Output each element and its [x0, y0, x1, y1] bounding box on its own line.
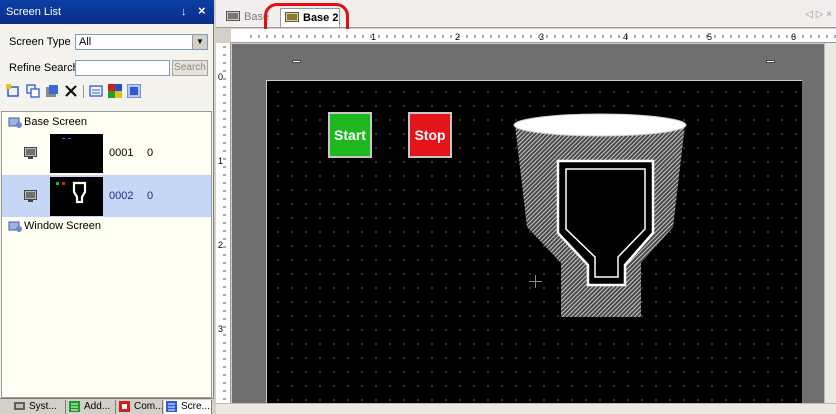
tab-label: Com... — [134, 401, 163, 412]
screen-number: 0001 — [109, 147, 134, 159]
screen-row-0002[interactable]: 0002 0 — [2, 175, 211, 217]
screen-type-value: All — [79, 36, 92, 48]
screen-tree[interactable]: Base Screen 0001 0 0002 0 Window Screen — [1, 111, 212, 398]
vertical-ruler: 0 1 2 3 — [216, 43, 231, 403]
ruler-label: 2 — [455, 32, 460, 42]
tab-label: Scre... — [181, 401, 210, 412]
screen-canvas[interactable]: Start Stop — [266, 80, 802, 410]
tab-common[interactable]: Com... — [117, 400, 163, 414]
search-button[interactable]: Search — [172, 60, 208, 76]
ruler-label: 3 — [539, 32, 544, 42]
screen-count: 0 — [147, 147, 154, 159]
resize-handle[interactable] — [292, 60, 301, 63]
address-icon — [69, 401, 80, 412]
new-screen-icon[interactable] — [6, 84, 20, 98]
screen-type-select[interactable]: All ▼ — [75, 34, 208, 50]
stop-button[interactable]: Stop — [408, 112, 452, 158]
layer-icon[interactable] — [127, 84, 141, 98]
tab-system[interactable]: Syst... — [12, 400, 66, 414]
close-icon[interactable]: × — [198, 3, 206, 18]
ruler-corner — [216, 29, 231, 43]
tab-navigation[interactable]: ◁ ▷ × — [805, 9, 832, 20]
ruler-label: 2 — [218, 240, 223, 250]
screen-icon — [24, 147, 37, 159]
panel-title: Screen List — [6, 6, 62, 18]
screen-type-label: Screen Type — [9, 36, 71, 48]
refine-search-input[interactable] — [75, 60, 170, 76]
start-button[interactable]: Start — [328, 112, 372, 158]
screen-list-icon — [166, 401, 177, 412]
refine-search-label: Refine Search — [9, 62, 79, 74]
screen-thumbnail — [50, 134, 103, 173]
ruler-label: 6 — [791, 32, 796, 42]
delete-icon[interactable] — [64, 84, 78, 98]
panel-title-bar: Screen List ↓ × — [0, 0, 214, 24]
ruler-label: 5 — [707, 32, 712, 42]
canvas-workspace[interactable]: Start Stop — [232, 44, 824, 410]
app-window: Screen List ↓ × Screen Type All ▼ Refine… — [0, 0, 836, 414]
tab-label: Add... — [84, 401, 111, 412]
screen-number: 0002 — [109, 190, 134, 202]
horizontal-ruler: 1 2 3 4 5 6 — [231, 29, 836, 43]
base-screen-group-icon — [8, 117, 22, 128]
screen-thumbnail — [50, 177, 103, 216]
common-icon — [119, 401, 130, 412]
window-screen-group-label[interactable]: Window Screen — [24, 220, 101, 232]
screen-row-0001[interactable]: 0001 0 — [2, 132, 211, 174]
ruler-label: 0 — [218, 72, 223, 82]
ruler-label: 3 — [218, 324, 223, 334]
base-screen-group-label[interactable]: Base Screen — [24, 116, 87, 128]
tab-screen-list[interactable]: Scre... — [164, 400, 212, 414]
ruler-label: 1 — [218, 156, 223, 166]
screen-list-panel: Screen List ↓ × Screen Type All ▼ Refine… — [0, 0, 214, 414]
screen-count: 0 — [147, 190, 154, 202]
pin-icon[interactable]: ↓ — [181, 6, 187, 18]
copy-screen-icon[interactable] — [26, 84, 40, 98]
tab-address[interactable]: Add... — [67, 400, 116, 414]
resize-handle[interactable] — [766, 60, 775, 63]
chevron-down-icon[interactable]: ▼ — [192, 35, 207, 49]
editor-area: Base Base 2 ◁ ▷ × 123456 0123 Start Stop — [216, 0, 836, 414]
system-icon — [14, 402, 25, 410]
tab-label: Syst... — [29, 401, 57, 412]
vertical-scrollbar[interactable] — [824, 43, 836, 403]
toolbar-divider — [83, 85, 84, 98]
horizontal-scrollbar[interactable] — [216, 403, 836, 414]
screen-icon — [226, 11, 240, 21]
panel-bottom-tabs: Syst... Add... Com... Scre... — [0, 398, 214, 414]
paste-screen-icon[interactable] — [45, 84, 59, 98]
screen-icon — [24, 190, 37, 202]
screen-properties-icon[interactable] — [89, 84, 103, 98]
color-icon[interactable] — [108, 84, 122, 98]
window-screen-group-icon — [8, 221, 22, 232]
ruler-label: 1 — [371, 32, 376, 42]
ruler-label: 4 — [623, 32, 628, 42]
tank-shape[interactable] — [513, 111, 689, 317]
